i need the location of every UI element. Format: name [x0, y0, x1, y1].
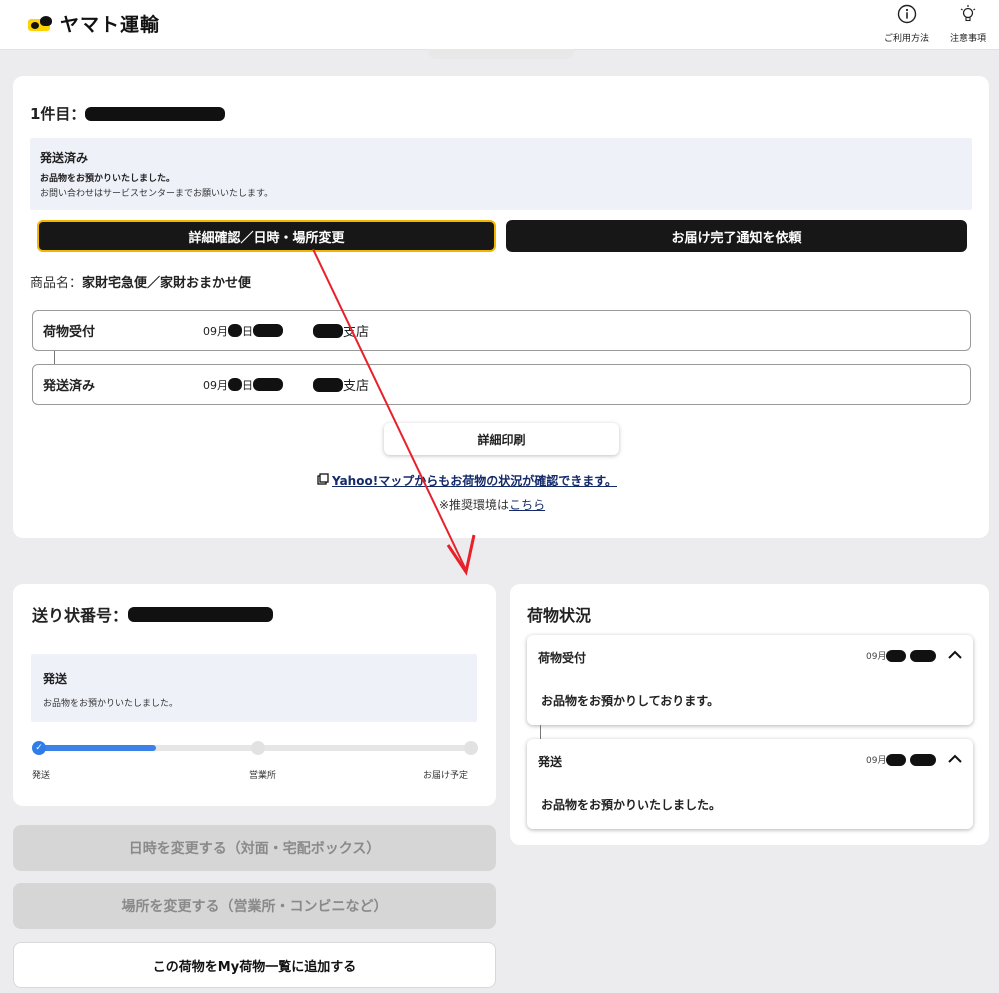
status-line-2: お問い合わせはサービスセンターまでお願いいたします。: [40, 189, 274, 199]
history-connector: [54, 351, 55, 365]
usage-guide-label: ご利用方法: [884, 34, 930, 44]
shipment-card-1: 1件目： 発送済み お品物をお預かりいたしました。 お問い合わせはサービスセンタ…: [13, 76, 989, 538]
history-date: 09月日: [203, 377, 283, 393]
site-header: ヤマト運輸 ご利用方法 注意事項: [0, 0, 999, 50]
status-entry-name: 発送: [538, 755, 563, 769]
status-entry-name: 荷物受付: [538, 651, 587, 665]
yahoo-map-link[interactable]: Yahoo!マップからもお荷物の状況が確認できます。: [317, 472, 617, 489]
yahoo-map-link-text[interactable]: Yahoo!マップからもお荷物の状況が確認できます。: [332, 472, 617, 489]
status-entry-message: お品物をお預かりいたしました。: [541, 798, 722, 812]
item-title-label: 1件目：: [30, 105, 86, 123]
status-line-1: お品物をお預かりいたしました。: [40, 174, 176, 184]
redacted-branch: [313, 377, 343, 392]
history-status: 発送済み: [43, 379, 96, 394]
slip-status-line: お品物をお預かりいたしました。: [43, 699, 179, 709]
external-link-icon: [317, 473, 329, 488]
redacted-day: [228, 378, 242, 391]
product-name: 商品名：家財宅急便／家財おまかせ便: [30, 272, 251, 291]
status-title: 発送済み: [40, 151, 89, 165]
slip-card: 送り状番号： 発送 お品物をお預かりいたしました。 ✓ 発送 営業所 お届け予定: [13, 584, 496, 806]
annotation-arrowhead: [446, 534, 476, 576]
history-date-month: 09月: [203, 324, 228, 338]
progress-step-dot: [464, 741, 478, 755]
status-accordion[interactable]: 荷物受付 09月 お品物をお預かりしております。: [527, 635, 973, 725]
product-value: 家財宅急便／家財おまかせ便: [82, 276, 252, 291]
progress-step-label: お届け予定: [423, 771, 469, 781]
print-detail-button[interactable]: 詳細印刷: [384, 423, 619, 455]
status-panel: 荷物状況 荷物受付 09月 お品物をお預かりしております。 発送 09月 お品物…: [510, 584, 989, 845]
status-entry-date-month: 09月: [866, 756, 887, 766]
black-cat-logo-icon: [26, 14, 54, 34]
delivery-notify-button[interactable]: お届け完了通知を依頼: [506, 220, 967, 252]
recommended-env-link[interactable]: こちら: [509, 498, 545, 512]
status-box: 発送済み お品物をお預かりいたしました。 お問い合わせはサービスセンターまでお願…: [30, 138, 972, 210]
redacted-day: [228, 324, 242, 337]
progress-fill: [38, 745, 156, 751]
status-accordion[interactable]: 発送 09月 お品物をお預かりいたしました。: [527, 739, 973, 829]
status-entry-message: お品物をお預かりしております。: [541, 694, 720, 708]
usage-guide-link[interactable]: ご利用方法: [884, 4, 929, 44]
status-connector: [540, 725, 541, 739]
status-entry-date-month: 09月: [866, 652, 887, 662]
slip-status-box: 発送 お品物をお預かりいたしました。: [31, 654, 477, 722]
history-branch-suffix: 支店: [343, 379, 370, 394]
slip-title: 送り状番号：: [32, 602, 274, 626]
history-row: 発送済み 09月日 支店: [32, 364, 971, 405]
redacted-branch: [313, 323, 343, 338]
progress-step-label: 営業所: [249, 771, 277, 781]
history-date-day-label: 日: [242, 378, 253, 392]
recommended-env: ※推奨環境はこちら: [439, 496, 545, 513]
history-branch: 支店: [313, 375, 369, 394]
slip-title-label: 送り状番号：: [32, 606, 129, 625]
progress-step-check-icon: ✓: [32, 741, 46, 755]
redacted-time: [910, 753, 937, 766]
history-status: 荷物受付: [43, 325, 96, 340]
add-to-my-list-button[interactable]: この荷物をMy荷物一覧に追加する: [13, 942, 496, 988]
history-branch: 支店: [313, 321, 369, 340]
delivery-progress: ✓: [32, 741, 478, 755]
info-icon: [897, 4, 917, 24]
notes-link[interactable]: 注意事項: [950, 4, 986, 44]
status-entry-date: 09月: [866, 753, 937, 766]
logo-text: ヤマト運輸: [60, 14, 161, 36]
redacted-date: [886, 753, 907, 766]
redacted-time: [253, 324, 283, 337]
chevron-up-icon[interactable]: [947, 751, 963, 765]
redacted-tracking-number: [85, 106, 226, 121]
change-place-button[interactable]: 場所を変更する（営業所・コンビニなど）: [13, 883, 496, 929]
status-entry-date: 09月: [866, 649, 937, 662]
progress-step-label: 発送: [32, 771, 51, 781]
lightbulb-icon: [958, 4, 978, 24]
item-title: 1件目：: [30, 103, 226, 124]
redacted-date: [886, 649, 907, 662]
redacted-time: [910, 649, 937, 662]
top-tab-handle: [428, 49, 574, 59]
recommended-env-text: ※推奨環境は: [439, 498, 510, 512]
yamato-logo[interactable]: ヤマト運輸: [26, 10, 160, 37]
history-date-month: 09月: [203, 378, 228, 392]
history-date-day-label: 日: [242, 324, 253, 338]
history-branch-suffix: 支店: [343, 325, 370, 340]
redacted-time: [253, 378, 283, 391]
history-row: 荷物受付 09月日 支店: [32, 310, 971, 351]
chevron-up-icon[interactable]: [947, 647, 963, 661]
redacted-slip-number: [128, 606, 274, 622]
history-date: 09月日: [203, 323, 283, 339]
change-date-button[interactable]: 日時を変更する（対面・宅配ボックス）: [13, 825, 496, 871]
notes-label: 注意事項: [950, 34, 987, 44]
progress-step-dot: [251, 741, 265, 755]
status-panel-title: 荷物状況: [527, 606, 592, 625]
slip-status-title: 発送: [43, 672, 68, 686]
detail-change-button[interactable]: 詳細確認／日時・場所変更: [37, 220, 496, 252]
product-label: 商品名：: [30, 276, 83, 291]
